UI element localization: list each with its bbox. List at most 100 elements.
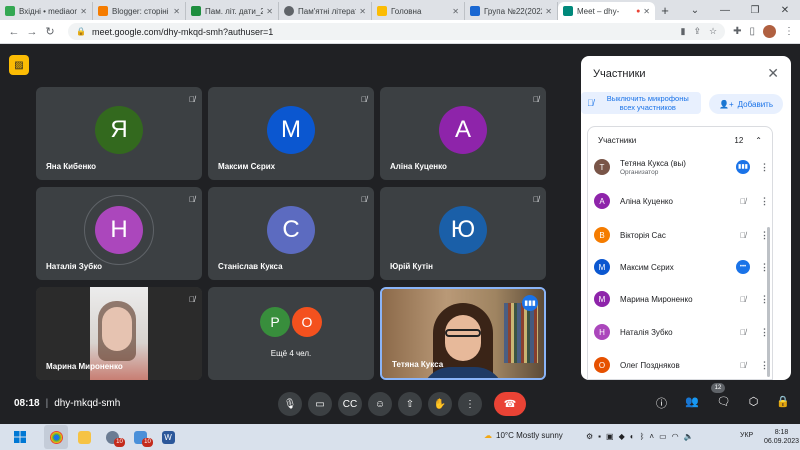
tab-label: Blogger: сторіні xyxy=(112,6,169,16)
raise-hand-icon[interactable]: ✋ xyxy=(428,392,452,416)
activities-icon[interactable]: ⬡ xyxy=(749,395,759,411)
list-item[interactable]: В Вікторія Сас 🎙̸ ⋮ xyxy=(594,223,769,247)
more-options-icon[interactable]: ⋮ xyxy=(760,196,769,207)
omnibox-tools: ▮ ⇪ ☆ xyxy=(681,26,718,37)
more-participants-tile[interactable]: Р О Ещё 4 чел. xyxy=(208,287,374,380)
mic-off-icon: 🎙̸ xyxy=(189,295,195,304)
list-item[interactable]: М Марина Мироненко 🎙̸ ⋮ xyxy=(594,287,769,311)
close-window-icon[interactable]: ✕ xyxy=(770,5,800,16)
scrollbar[interactable] xyxy=(767,227,770,377)
bookmark-star-icon[interactable]: ☆ xyxy=(709,26,717,37)
word-icon[interactable]: W xyxy=(156,425,180,449)
chevron-up-icon[interactable]: ˄ xyxy=(649,432,654,441)
add-people-button[interactable]: 👤+ Добавить xyxy=(709,94,783,114)
close-icon[interactable]: ✕ xyxy=(173,7,180,16)
share-icon[interactable]: ⇪ xyxy=(693,26,701,37)
add-people-label: Добавить xyxy=(737,99,773,109)
browser-tab[interactable]: Група №22(2022 ✕ xyxy=(465,2,558,20)
list-item[interactable]: Т Тетяна Кукса (вы) Организатор ▮▮▮ ⋮ xyxy=(594,155,769,179)
more-options-icon[interactable]: ⋮ xyxy=(760,162,769,173)
close-icon[interactable]: ✕ xyxy=(266,7,273,16)
notification-badge: 10 xyxy=(114,438,125,447)
browser-tab[interactable]: Вхідні • mediaon ✕ xyxy=(0,2,93,20)
emoji-icon[interactable]: ☺ xyxy=(368,392,392,416)
participant-tile[interactable]: 🎙̸ Я Яна Кибенко xyxy=(36,87,202,180)
close-icon[interactable]: ✕ xyxy=(545,7,552,16)
leave-call-button[interactable]: ☎ xyxy=(494,392,526,416)
host-controls-icon[interactable]: 🔒 xyxy=(776,395,790,411)
close-icon[interactable]: ✕ xyxy=(767,65,779,82)
tab-search-icon[interactable]: ⌄ xyxy=(680,5,710,16)
extensions-icon[interactable]: ✚ xyxy=(733,26,741,37)
tray-icon[interactable]: ⚙ xyxy=(586,432,593,441)
person-name: Марина Мироненко xyxy=(620,294,693,304)
profile-avatar[interactable] xyxy=(763,25,776,38)
tray-icon[interactable]: ◐ xyxy=(630,432,635,441)
reload-icon[interactable]: ↻ xyxy=(42,25,58,38)
participant-tile[interactable]: 🎙̸ С Станіслав Кукса xyxy=(208,187,374,280)
captions-icon[interactable]: CC xyxy=(338,392,362,416)
close-icon[interactable]: ✕ xyxy=(80,7,87,16)
avatar: О xyxy=(292,307,322,337)
close-icon[interactable]: ✕ xyxy=(359,7,366,16)
close-icon[interactable]: ✕ xyxy=(643,7,650,16)
chrome-icon[interactable] xyxy=(44,425,68,449)
list-item[interactable]: Н Наталія Зубко 🎙̸ ⋮ xyxy=(594,320,769,344)
present-screen-icon[interactable]: ⇧ xyxy=(398,392,422,416)
mute-all-button[interactable]: 🎙̸ Выключить микрофоны всех участников xyxy=(581,92,701,114)
mic-off-icon: 🎙̸ xyxy=(587,98,594,108)
list-item[interactable]: А Аліна Куценко 🎙̸ ⋮ xyxy=(594,189,769,213)
browser-tab[interactable]: Головна ✕ xyxy=(372,2,465,20)
participant-tile[interactable]: 🎙̸ М Максим Сєрих xyxy=(208,87,374,180)
participant-tile[interactable]: 🎙̸ Ю Юрій Кутін xyxy=(380,187,546,280)
bluetooth-icon[interactable]: ᛒ xyxy=(640,432,645,441)
more-options-icon[interactable]: ⋮ xyxy=(458,392,482,416)
browser-tab[interactable]: Blogger: сторіні ✕ xyxy=(93,2,186,20)
sidepanel-icon[interactable]: ▯ xyxy=(749,26,755,37)
mic-off-icon: 🎙̸ xyxy=(740,230,746,240)
system-clock[interactable]: 8:18 06.09.2023 xyxy=(764,428,799,446)
tab-favicon-icon xyxy=(191,6,201,16)
participant-tile[interactable]: 🎙̸ Н Наталія Зубко xyxy=(36,187,202,280)
camera-off-badge-icon[interactable]: ▨ xyxy=(9,55,29,75)
people-icon[interactable]: 👥 12 xyxy=(685,383,726,411)
battery-icon[interactable]: ▭ xyxy=(659,432,667,441)
camera-icon[interactable]: ▭ xyxy=(308,392,332,416)
close-icon[interactable]: ✕ xyxy=(452,7,459,16)
tray-icon[interactable]: ▪ xyxy=(598,432,601,441)
forward-icon[interactable]: → xyxy=(24,26,40,38)
microphone-icon[interactable]: 🎙 xyxy=(278,392,302,416)
menu-icon[interactable]: ⋮ xyxy=(784,26,794,37)
url-field[interactable]: 🔒 meet.google.com/dhy-mkqd-smh?authuser=… xyxy=(68,23,726,40)
participant-name: Аліна Куценко xyxy=(390,162,447,171)
tray-icon[interactable]: ◆ xyxy=(619,432,625,441)
list-item[interactable]: О Олег Поздняков 🎙̸ ⋮ xyxy=(594,353,769,377)
browser-tab[interactable]: Пам. літ. дати_20 ✕ xyxy=(186,2,279,20)
back-icon[interactable]: ← xyxy=(6,26,22,38)
camera-icon[interactable]: ▮ xyxy=(681,26,686,37)
list-header[interactable]: Участники 12 ⌃ xyxy=(598,136,762,145)
browser-tab[interactable]: Пам'ятні літерат ✕ xyxy=(279,2,372,20)
windows-start-icon[interactable] xyxy=(8,425,32,449)
wifi-icon[interactable]: ◠ xyxy=(672,432,679,441)
list-item[interactable]: М Максим Сєрих ••• ⋮ xyxy=(594,255,769,279)
chat-icon[interactable]: 🗨 xyxy=(717,395,731,411)
chevron-up-icon[interactable]: ⌃ xyxy=(755,136,762,145)
app-icon[interactable]: 10 xyxy=(128,425,153,449)
participants-list: Участники 12 ⌃ Т Тетяна Кукса (вы) Органи… xyxy=(587,126,773,380)
weather-widget[interactable]: ☁ 10°C Mostly sunny xyxy=(484,431,563,440)
browser-tab-active[interactable]: Meet – dhy- ● ✕ xyxy=(558,2,655,20)
minimize-icon[interactable]: — xyxy=(710,5,740,16)
maximize-icon[interactable]: ❐ xyxy=(740,5,770,16)
self-video-tile[interactable]: ▮▮▮ Тетяна Кукса xyxy=(380,287,546,380)
app-icon[interactable]: 10 xyxy=(100,425,125,449)
volume-icon[interactable]: 🔈 xyxy=(684,432,694,441)
participant-tile-video[interactable]: 🎙̸ Марина Мироненко xyxy=(36,287,202,380)
info-icon[interactable]: ⓘ xyxy=(656,395,667,411)
tray-icon[interactable]: ▣ xyxy=(606,432,614,441)
input-language[interactable]: УКР xyxy=(740,432,753,439)
file-explorer-icon[interactable] xyxy=(72,425,96,449)
speaking-indicator-icon: ▮▮▮ xyxy=(736,160,750,174)
participant-tile[interactable]: 🎙̸ А Аліна Куценко xyxy=(380,87,546,180)
new-tab-button[interactable]: + xyxy=(655,2,675,20)
